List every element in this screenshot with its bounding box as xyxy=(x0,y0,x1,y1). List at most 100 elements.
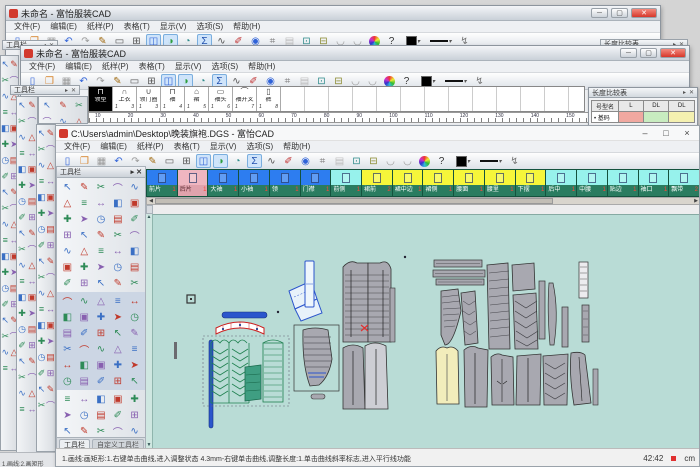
anchor-point[interactable] xyxy=(277,311,279,313)
tool-icon[interactable]: ⌒ xyxy=(109,179,126,195)
length-table-cell[interactable] xyxy=(618,112,643,123)
grid-icon[interactable]: ⌗ xyxy=(315,154,330,168)
tool-icon[interactable]: ≡ xyxy=(59,391,76,407)
tool-icon[interactable]: ◷ xyxy=(109,259,126,275)
tool-icon[interactable]: ▤ xyxy=(109,211,126,227)
tool-icon[interactable]: ↖ xyxy=(59,179,76,195)
layout-icon[interactable]: ⊟ xyxy=(366,154,381,168)
tool-icon[interactable]: ✂ xyxy=(1,200,10,216)
tool-icon[interactable]: ✚ xyxy=(1,264,10,280)
menu-item-5[interactable]: 选项(S) xyxy=(246,141,273,152)
tool-icon[interactable]: ∿ xyxy=(1,216,10,232)
pattern-bar-scrollbar[interactable]: ◀ ▶ xyxy=(146,197,700,205)
waistband-pieces[interactable] xyxy=(433,260,485,285)
scroll-right-icon[interactable]: ▶ xyxy=(692,198,700,204)
tool-icon[interactable]: ⊞ xyxy=(126,407,143,423)
tool-icon[interactable]: ✂ xyxy=(109,227,126,243)
pattern-cell-腰里[interactable]: 腰里1 xyxy=(485,170,516,196)
template-cell-袖开叉[interactable]: ⌒袖开叉17 xyxy=(233,87,257,111)
tool-icon[interactable]: ↖ xyxy=(59,423,76,437)
tool-icon[interactable]: ✐ xyxy=(1,296,10,312)
tool-icon[interactable]: ⌒ xyxy=(76,341,93,357)
tool-icon[interactable]: ➤ xyxy=(59,407,76,423)
menu-item-0[interactable]: 文件(F) xyxy=(29,61,55,72)
tool-icon[interactable]: ⊞ xyxy=(93,325,110,341)
tool-icon[interactable]: ≡ xyxy=(109,293,126,309)
tool-icon[interactable]: ◷ xyxy=(93,211,110,227)
menu-item-6[interactable]: 帮助(H) xyxy=(248,61,275,72)
tool-icon[interactable]: ➤ xyxy=(46,333,55,349)
tool-icon[interactable]: ▣ xyxy=(46,189,55,205)
sleeve-pieces[interactable] xyxy=(441,289,478,345)
tool-icon[interactable]: △ xyxy=(93,293,110,309)
tool-icon[interactable]: ✂ xyxy=(37,141,46,157)
tool-icon[interactable]: △ xyxy=(46,157,55,173)
tool-icon[interactable]: ◷ xyxy=(37,349,46,365)
tool-icon[interactable]: △ xyxy=(59,195,76,211)
menu-item-0[interactable]: 文件(F) xyxy=(64,141,90,152)
pattern-cell-裙前[interactable]: 裙前2 xyxy=(362,170,393,196)
tool-icon[interactable]: ✂ xyxy=(1,328,10,344)
blue-belt-piece-horizontal[interactable] xyxy=(222,312,267,318)
tool-icon[interactable]: ∿ xyxy=(1,344,10,360)
tool-icon[interactable]: ◷ xyxy=(37,221,46,237)
tool-icon[interactable]: ▤ xyxy=(126,259,143,275)
show-pattern-window-icon[interactable]: ◫ xyxy=(196,154,211,168)
tool-icon[interactable]: ◷ xyxy=(1,280,10,296)
template-cell-袖[interactable]: ⊓袖14 xyxy=(161,87,185,111)
minimize-button[interactable]: ─ xyxy=(620,48,637,58)
tool-icon[interactable]: ✎ xyxy=(55,97,71,113)
tool-icon[interactable]: ↖ xyxy=(39,97,55,113)
bottom-row-pieces[interactable] xyxy=(436,346,598,407)
pattern-cell-大袖[interactable]: 大袖1 xyxy=(208,170,239,196)
menu-item-5[interactable]: 选项(S) xyxy=(211,61,238,72)
tool-icon[interactable]: ↖ xyxy=(37,381,46,397)
tool-icon[interactable]: ✂ xyxy=(37,269,46,285)
tool-icon[interactable]: ✂ xyxy=(59,341,76,357)
tool-icon[interactable]: ∿ xyxy=(17,385,27,401)
menu-item-5[interactable]: 选项(S) xyxy=(196,21,223,32)
length-table-cell[interactable] xyxy=(643,112,669,123)
tool-icon[interactable]: ≡ xyxy=(17,273,27,289)
tool-icon[interactable]: ◧ xyxy=(93,391,110,407)
pattern-cell-后片[interactable]: 后片1 xyxy=(178,170,209,196)
tool-icon[interactable]: ➤ xyxy=(93,259,110,275)
brush-icon[interactable]: ✐ xyxy=(281,154,296,168)
tool-icon[interactable]: ➤ xyxy=(109,309,126,325)
template-cell-领门圈[interactable]: ∪领门圈13 xyxy=(137,87,161,111)
tool-icon[interactable]: △ xyxy=(76,243,93,259)
tool-icon[interactable]: ≡ xyxy=(17,145,27,161)
tool-icon[interactable]: ✎ xyxy=(76,179,93,195)
adjust-icon[interactable]: ∿ xyxy=(264,154,279,168)
minimize-button[interactable]: ─ xyxy=(591,8,608,18)
size-table-icon[interactable]: ⊞ xyxy=(179,154,194,168)
tool-icon[interactable]: ◷ xyxy=(17,321,27,337)
tool-icon[interactable]: ∿ xyxy=(55,113,71,124)
tool-icon[interactable]: ✚ xyxy=(37,205,46,221)
maximize-button[interactable]: □ xyxy=(657,128,675,138)
menu-item-1[interactable]: 编辑(E) xyxy=(65,61,92,72)
tool-icon[interactable]: ▤ xyxy=(76,373,93,389)
tool-icon[interactable]: ▣ xyxy=(59,259,76,275)
pattern-cell-下摆[interactable]: 下摆1 xyxy=(516,170,547,196)
tool-icon[interactable]: ↖ xyxy=(17,353,27,369)
tool-icon[interactable]: ⌒ xyxy=(46,397,55,413)
tool-icon[interactable]: △ xyxy=(71,113,87,124)
help-icon[interactable]: ? xyxy=(434,154,449,168)
tool-icon[interactable]: ⌒ xyxy=(46,141,55,157)
pattern-cell-前侧[interactable]: 前侧1 xyxy=(331,170,362,196)
tool-icon[interactable]: ✚ xyxy=(59,211,76,227)
tool-icon[interactable]: ↔ xyxy=(46,301,55,317)
tool-icon[interactable]: ✂ xyxy=(37,397,46,413)
tool-icon[interactable]: ➤ xyxy=(76,211,93,227)
menu-item-2[interactable]: 纸样(P) xyxy=(102,61,129,72)
tool-icon[interactable]: ◧ xyxy=(37,189,46,205)
tool-icon[interactable]: ⊞ xyxy=(59,227,76,243)
tool-icon[interactable]: ◧ xyxy=(76,357,93,373)
tool-icon[interactable]: ≡ xyxy=(1,360,10,376)
tool-icon[interactable]: ✂ xyxy=(126,275,143,291)
tool-icon[interactable]: ✎ xyxy=(93,227,110,243)
anchor-point[interactable] xyxy=(404,256,406,258)
tool-icon[interactable]: ✐ xyxy=(17,209,27,225)
tool-icon[interactable]: ∿ xyxy=(1,88,10,104)
